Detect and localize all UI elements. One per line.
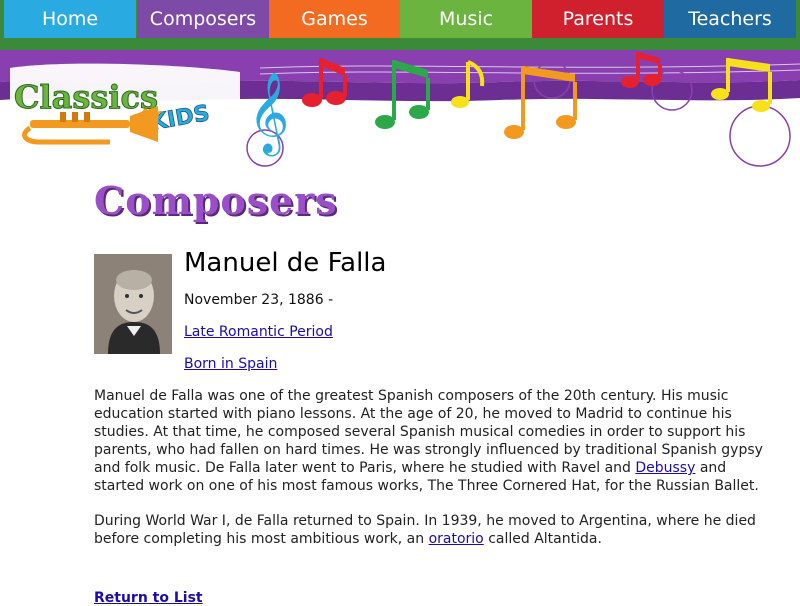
nav-music-label: Music [438,8,494,30]
page-title: Composers [94,178,338,223]
composer-portrait [94,254,172,354]
biography-paragraph-2: During World War I, de Falla returned to… [94,512,764,548]
nav-teachers-label: Teachers [688,8,772,30]
biography-text-2a: During World War I, de Falla returned to… [94,513,756,547]
svg-text:Classics: Classics [14,78,158,116]
debussy-link[interactable]: Debussy [635,460,695,476]
header-banner: 𝄞 Classics KIDS [0,38,800,168]
nav-composers[interactable]: Composers [137,0,269,38]
period-link[interactable]: Late Romantic Period [184,324,333,340]
birthplace-link[interactable]: Born in Spain [184,356,277,372]
nav-parents-label: Parents [562,8,634,30]
oratorio-link[interactable]: oratorio [429,531,484,547]
svg-text:𝄞: 𝄞 [248,71,289,156]
biography-paragraph-1: Manuel de Falla was one of the greatest … [94,387,764,495]
nav-games[interactable]: Games [269,0,400,38]
composer-name: Manuel de Falla [184,248,387,278]
biography-text-2b: called Altantida. [483,531,602,547]
nav-music[interactable]: Music [400,0,532,38]
composer-dates: November 23, 1886 - [184,292,334,308]
nav-home-label: Home [41,8,99,30]
nav-home[interactable]: Home [4,0,136,38]
music-notes-decoration: 𝄞 Classics KIDS [0,50,800,167]
nav-teachers[interactable]: Teachers [664,0,796,38]
nav-games-label: Games [301,8,368,30]
nav-composers-label: Composers [149,8,257,30]
nav-parents[interactable]: Parents [532,0,664,38]
classics-for-kids-logo[interactable]: Classics KIDS for [10,63,240,145]
return-to-list-link[interactable]: Return to List [94,590,203,606]
